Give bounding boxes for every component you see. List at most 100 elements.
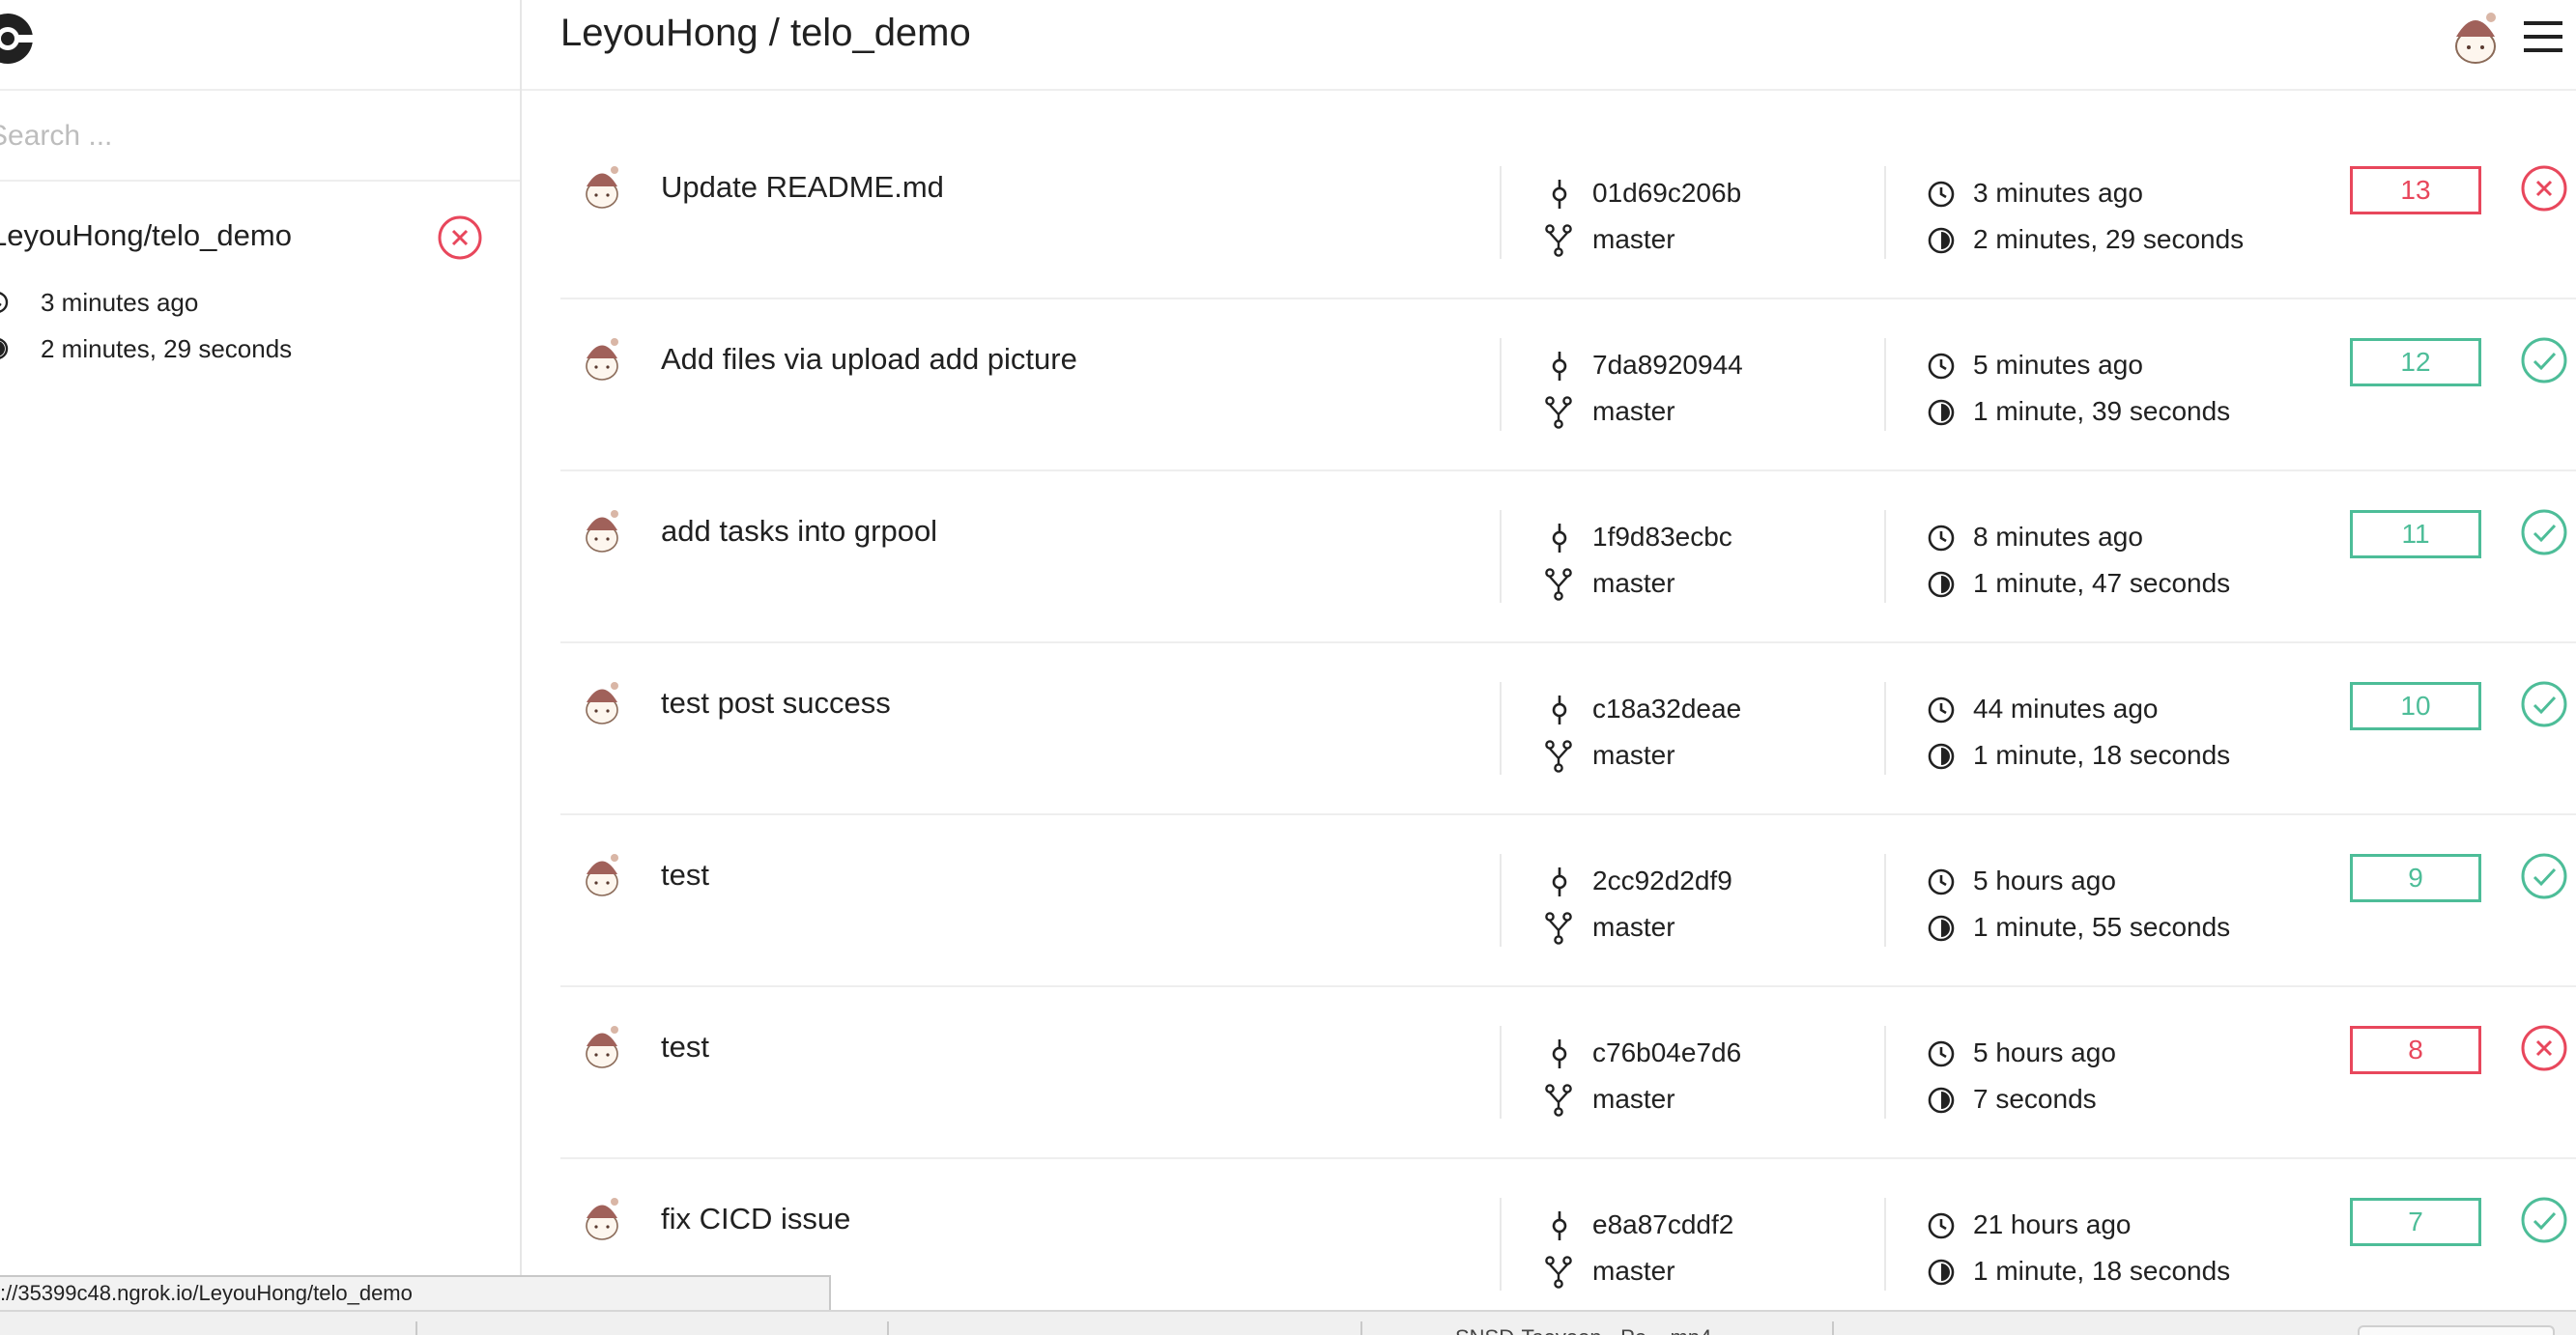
build-commit-message[interactable]: Update README.md — [661, 170, 944, 205]
build-number-badge[interactable]: 9 — [2350, 854, 2481, 902]
taskbar-item-label[interactable]: SNSD-Taeyeon - Pe....mp4 — [1455, 1325, 1711, 1335]
taskbar: SNSD-Taeyeon - Pe....mp4 — [0, 1310, 2576, 1335]
build-time: 5 minutes ago — [1973, 350, 2143, 380]
build-row[interactable]: add tasks into grpool 1f9d83ecbc master 8 m… — [560, 471, 2576, 643]
build-duration: 1 minute, 47 seconds — [1973, 568, 2231, 598]
build-time: 44 minutes ago — [1973, 694, 2159, 724]
user-avatar-icon — [586, 682, 618, 724]
build-time: 21 hours ago — [1973, 1209, 2132, 1239]
search-input[interactable] — [0, 112, 493, 160]
hamburger-menu-icon[interactable] — [2522, 17, 2564, 56]
build-number-badge[interactable]: 13 — [2350, 166, 2481, 214]
build-number-badge[interactable]: 7 — [2350, 1198, 2481, 1246]
build-row[interactable]: test 2cc92d2df9 master 5 hours ago 1 minute,… — [560, 815, 2576, 987]
check-circle-icon — [2521, 853, 2567, 899]
build-commit-message[interactable]: test — [661, 1030, 709, 1065]
repo-time-text: 3 minutes ago — [41, 288, 199, 317]
x-circle-icon — [438, 215, 482, 260]
timer-icon — [1928, 915, 1955, 942]
check-circle-icon — [2521, 509, 2567, 555]
build-commit-message[interactable]: test post success — [661, 686, 891, 721]
build-row[interactable]: test post success c18a32deae master 44 minu… — [560, 643, 2576, 815]
build-commit-sha[interactable]: c76b04e7d6 — [1592, 1037, 1741, 1068]
build-commit-sha[interactable]: c18a32deae — [1592, 694, 1741, 724]
build-duration: 7 seconds — [1973, 1084, 2097, 1114]
build-row[interactable]: fix CICD issue e8a87cddf2 master 21 hours a… — [560, 1159, 2576, 1331]
user-avatar-icon — [586, 1026, 618, 1068]
check-circle-icon — [2521, 1197, 2567, 1243]
build-commit-sha[interactable]: 2cc92d2df9 — [1592, 866, 1732, 896]
user-avatar-icon — [586, 166, 618, 209]
sidebar-repo-item[interactable]: LeyouHong/telo_demo 3 minutes ago 2 minu… — [0, 180, 520, 392]
check-circle-icon — [2521, 337, 2567, 383]
build-branch: master — [1592, 740, 1675, 770]
build-duration: 1 minute, 39 seconds — [1973, 396, 2231, 426]
build-commit-message[interactable]: fix CICD issue — [661, 1202, 850, 1236]
column-divider — [1884, 1026, 1886, 1119]
git-branch-icon — [1545, 1084, 1572, 1117]
taskbar-divider — [1360, 1321, 1362, 1335]
column-divider — [1500, 510, 1502, 603]
build-branch: master — [1592, 1256, 1675, 1286]
timer-icon — [0, 338, 9, 359]
git-commit-icon — [1552, 867, 1567, 896]
build-branch: master — [1592, 568, 1675, 598]
build-commit-message[interactable]: test — [661, 858, 709, 893]
git-commit-icon — [1552, 696, 1567, 724]
git-branch-icon — [1545, 740, 1572, 773]
user-avatar-icon[interactable] — [2447, 8, 2504, 66]
build-duration: 1 minute, 18 seconds — [1973, 740, 2231, 770]
clock-icon — [1928, 1212, 1955, 1239]
build-branch: master — [1592, 396, 1675, 426]
build-list: Update README.md 01d69c206b master 3 minute… — [560, 128, 2576, 1331]
taskbar-button[interactable] — [2358, 1325, 2555, 1335]
git-commit-icon — [1552, 1039, 1567, 1068]
column-divider — [1500, 1198, 1502, 1291]
build-duration: 1 minute, 55 seconds — [1973, 912, 2231, 942]
clock-icon — [0, 292, 9, 313]
column-divider — [1500, 338, 1502, 431]
build-branch: master — [1592, 912, 1675, 942]
taskbar-divider — [887, 1321, 889, 1335]
git-commit-icon — [1552, 352, 1567, 381]
user-avatar-icon — [586, 1198, 618, 1240]
clock-icon — [1928, 868, 1955, 895]
build-number-badge[interactable]: 11 — [2350, 510, 2481, 558]
timer-icon — [1928, 1087, 1955, 1114]
user-avatar-icon — [586, 338, 618, 381]
build-commit-sha[interactable]: 1f9d83ecbc — [1592, 522, 1732, 553]
clock-icon — [1928, 525, 1955, 552]
build-commit-sha[interactable]: 7da8920944 — [1592, 350, 1743, 381]
build-number-badge[interactable]: 10 — [2350, 682, 2481, 730]
sidebar-search — [0, 89, 520, 182]
build-commit-sha[interactable]: e8a87cddf2 — [1592, 1209, 1733, 1240]
git-commit-icon — [1552, 1211, 1567, 1240]
clock-icon — [1928, 353, 1955, 380]
sidebar: LeyouHong/telo_demo 3 minutes ago 2 minu… — [0, 0, 522, 1335]
drone-logo-icon[interactable] — [0, 8, 39, 70]
build-row[interactable]: Update README.md 01d69c206b master 3 minute… — [560, 128, 2576, 299]
timer-icon — [1928, 1259, 1955, 1286]
git-branch-icon — [1545, 1256, 1572, 1289]
build-row[interactable]: test c76b04e7d6 master 5 hours ago 7 seconds… — [560, 987, 2576, 1159]
git-branch-icon — [1545, 396, 1572, 429]
build-time: 3 minutes ago — [1973, 178, 2143, 208]
build-row[interactable]: Add files via upload add picture 7da89209… — [560, 299, 2576, 471]
build-branch: master — [1592, 1084, 1675, 1114]
git-branch-icon — [1545, 912, 1572, 945]
check-circle-icon — [2521, 681, 2567, 727]
clock-icon — [1928, 181, 1955, 208]
build-commit-message[interactable]: add tasks into grpool — [661, 514, 937, 549]
timer-icon — [1928, 399, 1955, 426]
timer-icon — [1928, 227, 1955, 254]
build-number-badge[interactable]: 12 — [2350, 338, 2481, 386]
build-commit-sha[interactable]: 01d69c206b — [1592, 178, 1741, 209]
build-number-badge[interactable]: 8 — [2350, 1026, 2481, 1074]
timer-icon — [1928, 571, 1955, 598]
column-divider — [1884, 854, 1886, 947]
column-divider — [1884, 338, 1886, 431]
taskbar-divider — [415, 1321, 417, 1335]
build-commit-message[interactable]: Add files via upload add picture — [661, 342, 1077, 377]
x-circle-icon — [2521, 165, 2567, 212]
git-commit-icon — [1552, 180, 1567, 209]
